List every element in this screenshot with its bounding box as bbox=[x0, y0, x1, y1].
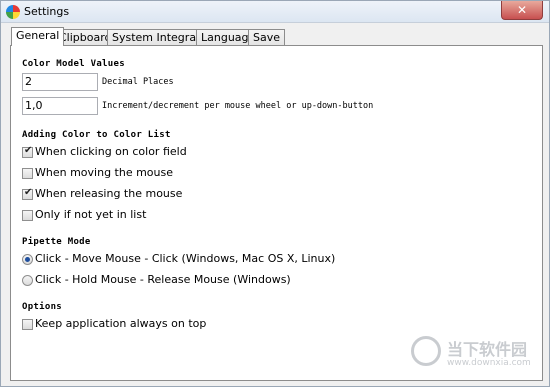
increment-label: Increment/decrement per mouse wheel or u… bbox=[102, 101, 374, 111]
label-click-move-click: Click - Move Mouse - Click (Windows, Mac… bbox=[35, 252, 336, 265]
decimal-places-label: Decimal Places bbox=[102, 77, 174, 87]
watermark: 当下软件园 www.downxia.com bbox=[411, 336, 541, 376]
checkbox-releasing-mouse[interactable] bbox=[22, 187, 33, 200]
label-only-if-not-in-list: Only if not yet in list bbox=[35, 208, 147, 221]
settings-window: Settings ✕ General Clipboard System Inte… bbox=[0, 0, 550, 387]
close-button[interactable]: ✕ bbox=[501, 1, 543, 20]
radio-click-hold-release[interactable] bbox=[22, 275, 33, 286]
section-title-pipette-mode: Pipette Mode bbox=[22, 237, 91, 247]
color-wheel-icon bbox=[6, 5, 20, 19]
watermark-logo-icon bbox=[411, 336, 441, 366]
label-clicking-color-field: When clicking on color field bbox=[35, 145, 187, 158]
radio-click-move-click[interactable] bbox=[22, 254, 33, 265]
section-title-options: Options bbox=[22, 302, 63, 312]
tab-save[interactable]: Save bbox=[248, 29, 286, 46]
label-releasing-mouse: When releasing the mouse bbox=[35, 187, 183, 200]
watermark-text: 当下软件园 bbox=[447, 340, 528, 359]
tab-general[interactable]: General bbox=[11, 27, 65, 46]
section-title-color-model: Color Model Values bbox=[22, 59, 125, 69]
checkbox-only-if-not-in-list[interactable] bbox=[22, 210, 33, 221]
watermark-url: www.downxia.com bbox=[447, 358, 531, 368]
label-always-on-top: Keep application always on top bbox=[35, 317, 207, 330]
checkbox-clicking-color-field[interactable] bbox=[22, 145, 33, 158]
decimal-places-input[interactable]: 2 bbox=[22, 73, 98, 91]
label-click-hold-release: Click - Hold Mouse - Release Mouse (Wind… bbox=[35, 273, 291, 286]
general-panel: Color Model Values 2 Decimal Places 1,0 … bbox=[10, 45, 543, 381]
checkbox-always-on-top[interactable] bbox=[22, 319, 33, 330]
title-bar: Settings ✕ bbox=[1, 1, 549, 23]
checkbox-moving-mouse[interactable] bbox=[22, 168, 33, 179]
section-title-adding-color: Adding Color to Color List bbox=[22, 130, 171, 140]
increment-input[interactable]: 1,0 bbox=[22, 97, 98, 115]
window-title: Settings bbox=[24, 5, 70, 18]
label-moving-mouse: When moving the mouse bbox=[35, 166, 174, 179]
